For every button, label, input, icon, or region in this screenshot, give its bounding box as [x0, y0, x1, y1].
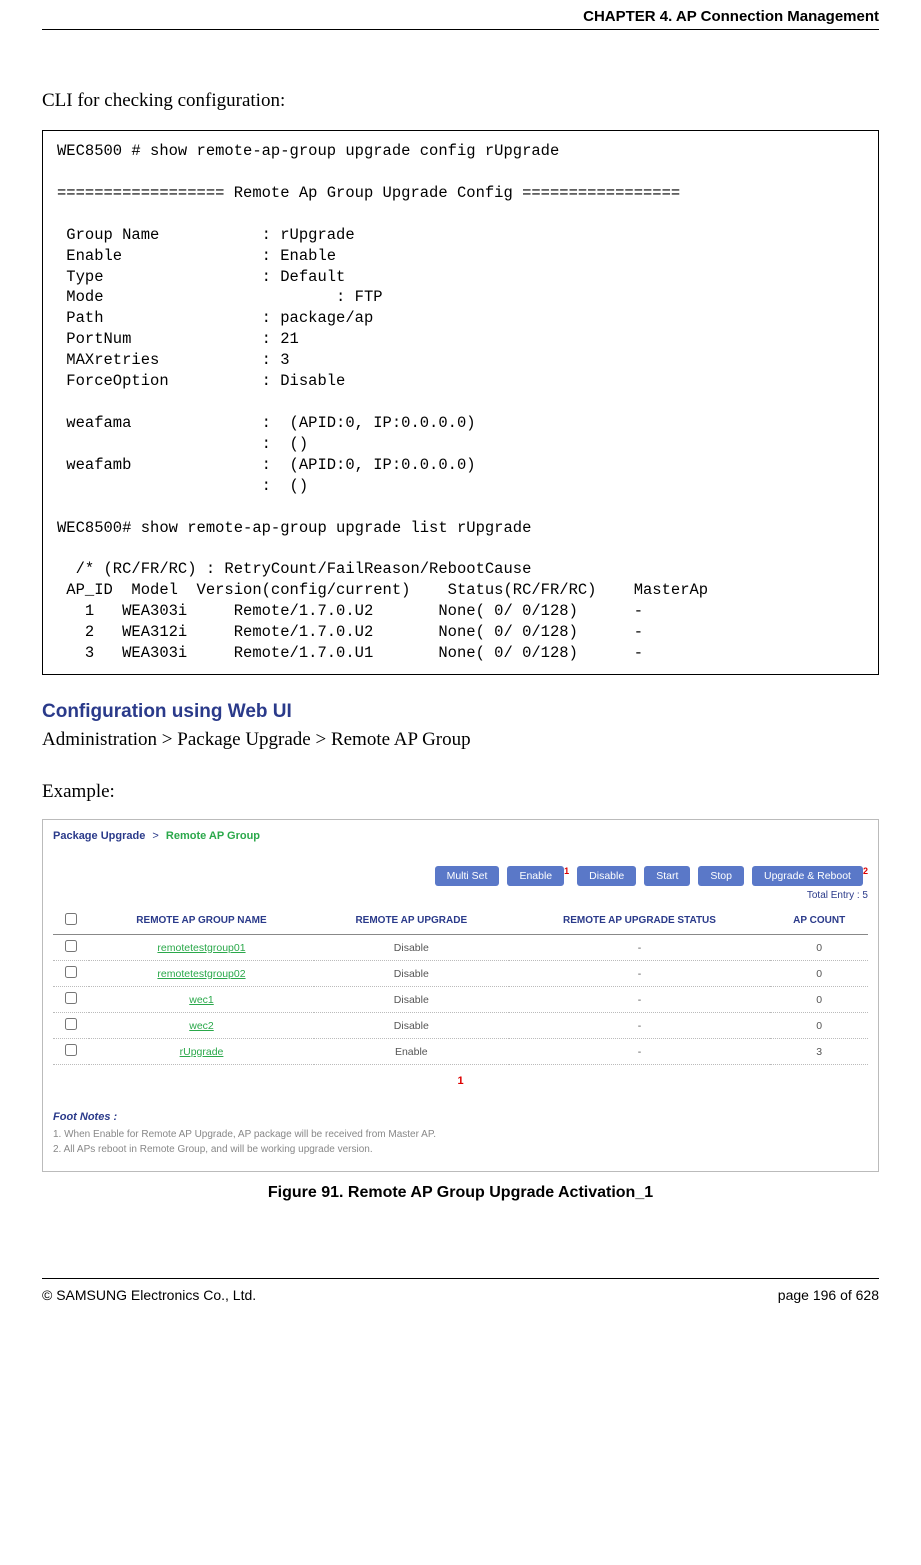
disable-button[interactable]: Disable [577, 866, 636, 886]
cell-status: - [509, 1013, 771, 1039]
copyright: © SAMSUNG Electronics Co., Ltd. [42, 1287, 256, 1303]
group-name-link[interactable]: wec2 [189, 1020, 214, 1032]
upgrade-reboot-button[interactable]: Upgrade & Reboot [752, 866, 863, 886]
cli-output: WEC8500 # show remote-ap-group upgrade c… [42, 130, 879, 675]
cell-count: 0 [770, 987, 868, 1013]
cell-status: - [509, 987, 771, 1013]
group-table: REMOTE AP GROUP NAME REMOTE AP UPGRADE R… [53, 907, 868, 1065]
footnote-2: 2. All APs reboot in Remote Group, and w… [53, 1142, 868, 1157]
footnote-1: 1. When Enable for Remote AP Upgrade, AP… [53, 1127, 868, 1142]
table-row: remotetestgroup02 Disable - 0 [53, 961, 868, 987]
row-checkbox[interactable] [65, 992, 77, 1004]
annotation-1: 1 [564, 866, 569, 876]
col-status: REMOTE AP UPGRADE STATUS [509, 907, 771, 935]
col-count: AP COUNT [770, 907, 868, 935]
cell-count: 0 [770, 935, 868, 961]
total-entry: Total Entry : 5 [53, 890, 868, 901]
group-name-link[interactable]: remotetestgroup01 [157, 942, 245, 954]
group-name-link[interactable]: remotetestgroup02 [157, 968, 245, 980]
annotation-center: 1 [53, 1065, 868, 1111]
cell-count: 0 [770, 961, 868, 987]
nav-path: Administration > Package Upgrade > Remot… [42, 729, 879, 751]
section-title: Configuration using Web UI [42, 701, 879, 723]
chapter-header: CHAPTER 4. AP Connection Management [42, 0, 879, 30]
table-row: wec2 Disable - 0 [53, 1013, 868, 1039]
group-name-link[interactable]: wec1 [189, 994, 214, 1006]
cell-status: - [509, 1039, 771, 1065]
chevron-right-icon: > [148, 830, 162, 842]
table-row: remotetestgroup01 Disable - 0 [53, 935, 868, 961]
cell-upgrade: Disable [314, 935, 509, 961]
cell-status: - [509, 961, 771, 987]
breadcrumb-parent: Package Upgrade [53, 830, 145, 842]
start-button[interactable]: Start [644, 866, 690, 886]
cell-count: 3 [770, 1039, 868, 1065]
example-label: Example: [42, 781, 879, 803]
cell-upgrade: Disable [314, 961, 509, 987]
button-row: Multi Set Enable1 Disable Start Stop Upg… [53, 866, 868, 886]
page-footer: © SAMSUNG Electronics Co., Ltd. page 196… [42, 1278, 879, 1319]
annotation-2: 2 [863, 866, 868, 876]
row-checkbox[interactable] [65, 1044, 77, 1056]
group-name-link[interactable]: rUpgrade [180, 1046, 224, 1058]
select-all-checkbox[interactable] [65, 913, 77, 925]
row-checkbox[interactable] [65, 966, 77, 978]
row-checkbox[interactable] [65, 940, 77, 952]
stop-button[interactable]: Stop [698, 866, 744, 886]
col-upgrade: REMOTE AP UPGRADE [314, 907, 509, 935]
webui-screenshot: Package Upgrade > Remote AP Group Multi … [42, 819, 879, 1172]
enable-button[interactable]: Enable [507, 866, 564, 886]
table-row: wec1 Disable - 0 [53, 987, 868, 1013]
figure-caption: Figure 91. Remote AP Group Upgrade Activ… [42, 1184, 879, 1202]
footnotes-heading: Foot Notes : [53, 1111, 868, 1123]
col-name: REMOTE AP GROUP NAME [89, 907, 314, 935]
breadcrumb-current: Remote AP Group [166, 830, 260, 842]
table-row: rUpgrade Enable - 3 [53, 1039, 868, 1065]
cell-status: - [509, 935, 771, 961]
cell-upgrade: Disable [314, 1013, 509, 1039]
page-number: page 196 of 628 [778, 1287, 879, 1303]
cell-count: 0 [770, 1013, 868, 1039]
row-checkbox[interactable] [65, 1018, 77, 1030]
intro-text: CLI for checking configuration: [42, 90, 879, 112]
cell-upgrade: Disable [314, 987, 509, 1013]
multi-set-button[interactable]: Multi Set [435, 866, 500, 886]
cell-upgrade: Enable [314, 1039, 509, 1065]
breadcrumb: Package Upgrade > Remote AP Group [53, 826, 868, 866]
